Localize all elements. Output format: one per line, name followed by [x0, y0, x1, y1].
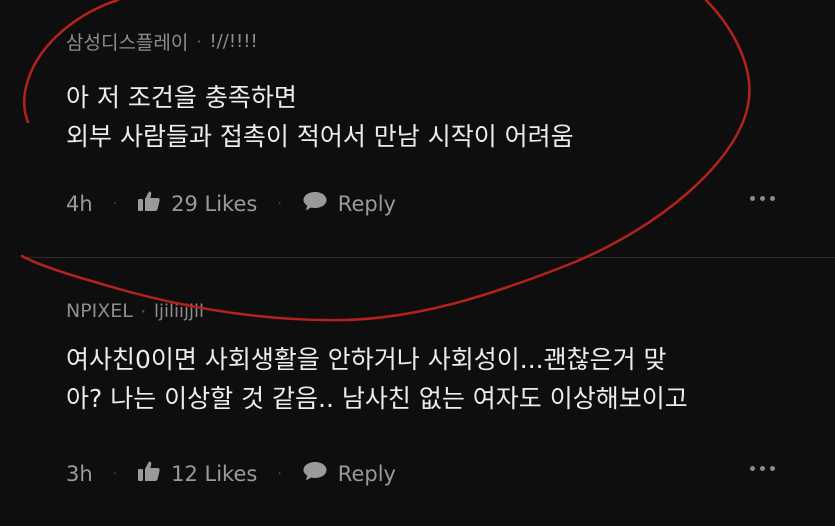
- like-count: 12 Likes: [171, 461, 258, 486]
- comment-header: NPIXEL · ljiliijjll: [66, 300, 204, 322]
- separator-dot: ·: [196, 32, 202, 51]
- more-options-button[interactable]: [750, 466, 775, 471]
- comment-body: 아 저 조건을 충족하면 외부 사람들과 접촉이 적어서 만남 시작이 어려움: [66, 78, 805, 156]
- reply-label: Reply: [337, 191, 396, 216]
- like-button[interactable]: 12 Likes: [137, 460, 257, 487]
- timestamp: 3h: [66, 461, 93, 486]
- comment-body-line: 아 저 조건을 충족하면: [66, 83, 297, 112]
- separator-dot: ·: [277, 465, 282, 482]
- reply-button[interactable]: Reply: [302, 460, 396, 487]
- separator-dot: ·: [112, 465, 118, 482]
- more-dots-icon: [760, 196, 765, 201]
- like-count: 29 Likes: [171, 191, 258, 216]
- separator-dot: ·: [112, 195, 118, 212]
- timestamp: 4h: [66, 191, 93, 216]
- reply-button[interactable]: Reply: [302, 190, 396, 217]
- comment-header: 삼성디스플레이 · !//!!!!: [66, 28, 258, 55]
- comment-thread: 삼성디스플레이 · !//!!!! 아 저 조건을 충족하면 외부 사람들과 접…: [0, 0, 835, 526]
- separator-dot: ·: [140, 301, 146, 321]
- comment: 삼성디스플레이 · !//!!!! 아 저 조건을 충족하면 외부 사람들과 접…: [0, 0, 835, 258]
- author-flair: !//!!!!: [209, 31, 258, 52]
- speech-bubble-icon: [302, 460, 328, 487]
- thumbs-up-icon: [137, 190, 161, 217]
- comment-body-line: 외부 사람들과 접촉이 적어서 만남 시작이 어려움: [66, 122, 574, 151]
- more-options-button[interactable]: [750, 196, 775, 201]
- more-dots-icon: [770, 466, 775, 471]
- comment: NPIXEL · ljiliijjll 여사친0이면 사회생활을 안하거나 사회…: [0, 259, 835, 526]
- separator-dot: ·: [277, 195, 282, 212]
- more-dots-icon: [770, 196, 775, 201]
- comment-divider: [22, 257, 835, 258]
- reply-label: Reply: [337, 461, 396, 486]
- comment-actions: 3h · 12 Likes · Reply: [66, 460, 775, 487]
- comment-body-line: 아? 나는 이상할 것 같음.. 남사친 없는 여자도 이상해보이고: [66, 384, 688, 413]
- speech-bubble-icon: [302, 190, 328, 217]
- more-dots-icon: [750, 196, 755, 201]
- author-name[interactable]: 삼성디스플레이: [66, 28, 188, 55]
- more-dots-icon: [750, 466, 755, 471]
- thumbs-up-icon: [137, 460, 161, 487]
- author-flair: ljiliijjll: [153, 300, 204, 322]
- author-name[interactable]: NPIXEL: [66, 300, 133, 322]
- comment-body-line: 여사친0이면 사회생활을 안하거나 사회성이...괜찮은거 맞: [66, 345, 667, 374]
- more-dots-icon: [760, 466, 765, 471]
- comment-body: 여사친0이면 사회생활을 안하거나 사회성이...괜찮은거 맞 아? 나는 이상…: [66, 340, 805, 418]
- comment-actions: 4h · 29 Likes · Reply: [66, 190, 775, 217]
- like-button[interactable]: 29 Likes: [137, 190, 257, 217]
